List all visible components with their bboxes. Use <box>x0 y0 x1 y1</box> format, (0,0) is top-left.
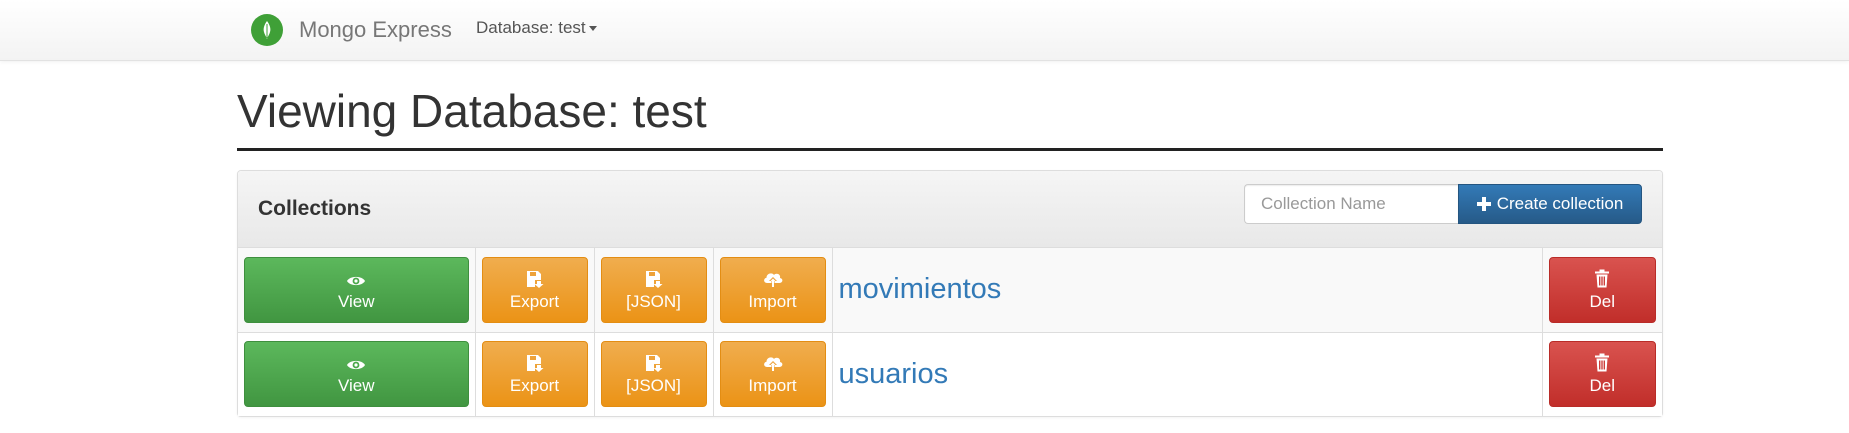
delete-label: Del <box>1589 376 1615 396</box>
cloud-upload-icon <box>762 268 784 288</box>
table-cell: usuarios <box>831 331 1542 416</box>
cloud-upload-icon <box>762 352 784 372</box>
floppy-save-icon <box>526 268 544 288</box>
table-cell: Import <box>712 331 832 416</box>
delete-button[interactable]: Del <box>1548 256 1656 323</box>
database-dropdown[interactable]: Database: test <box>476 18 597 38</box>
title-divider <box>237 148 1663 151</box>
trash-icon <box>1594 268 1610 288</box>
collections-panel: Collections Create collection <box>237 170 1663 417</box>
import-button[interactable]: Import <box>719 341 826 408</box>
table-row: View Export <box>238 248 1662 332</box>
collection-link[interactable]: usuarios <box>839 358 949 390</box>
import-label: Import <box>748 291 797 311</box>
panel-title: Collections <box>258 197 372 220</box>
floppy-save-icon <box>645 268 663 288</box>
import-label: Import <box>748 376 797 396</box>
table-cell: Del <box>1541 248 1662 332</box>
view-label: View <box>337 291 375 311</box>
floppy-save-icon <box>526 352 544 373</box>
delete-label: Del <box>1589 291 1615 311</box>
table-cell: Import <box>712 248 832 332</box>
export-label: Export <box>509 376 560 396</box>
export-json-label: [JSON] <box>626 291 681 311</box>
page-title: Viewing Database: test <box>237 85 707 137</box>
export-button[interactable]: Export <box>481 256 588 323</box>
collections-table: View Export [JSON] Import movimientos De… <box>238 248 1662 416</box>
import-button[interactable]: Import <box>719 256 826 323</box>
create-collection-button[interactable]: Create collection <box>1458 184 1642 224</box>
navbar: Mongo Express Database: test <box>0 0 1849 61</box>
eye-icon <box>346 268 366 288</box>
table-cell: Export <box>474 331 594 416</box>
export-json-label: [JSON] <box>626 376 681 396</box>
table-cell: Del <box>1541 331 1662 416</box>
collection-name-input[interactable] <box>1244 184 1458 224</box>
view-button[interactable]: View <box>244 341 469 408</box>
view-label: View <box>337 376 375 396</box>
database-dropdown-label: Database: test <box>476 18 586 37</box>
export-button[interactable]: Export <box>481 341 588 408</box>
create-collection-label: Create collection <box>1496 194 1624 213</box>
table-cell: View <box>238 248 475 332</box>
export-label: Export <box>509 291 560 311</box>
table-row: View Export <box>238 331 1662 416</box>
table-cell: movimientos <box>831 248 1542 332</box>
mongodb-leaf-icon <box>251 14 283 46</box>
table-cell: View <box>238 331 475 416</box>
collection-link[interactable]: movimientos <box>839 273 1002 305</box>
trash-icon <box>1594 352 1610 372</box>
brand-name: Mongo Express <box>299 17 452 42</box>
plus-icon <box>1476 197 1491 211</box>
table-cell: [JSON] <box>593 331 713 416</box>
export-json-button[interactable]: [JSON] <box>600 256 707 323</box>
table-cell: Export <box>474 248 594 332</box>
eye-icon <box>346 352 366 372</box>
brand-link[interactable]: Mongo Express <box>251 12 452 48</box>
floppy-save-icon <box>645 352 663 373</box>
caret-down-icon <box>588 25 597 31</box>
export-json-button[interactable]: [JSON] <box>600 341 707 408</box>
panel-heading: Collections Create collection <box>238 171 1662 248</box>
delete-button[interactable]: Del <box>1548 341 1656 408</box>
table-cell: [JSON] <box>593 248 713 332</box>
create-collection-form: Create collection <box>1244 184 1642 224</box>
view-button[interactable]: View <box>244 256 469 323</box>
